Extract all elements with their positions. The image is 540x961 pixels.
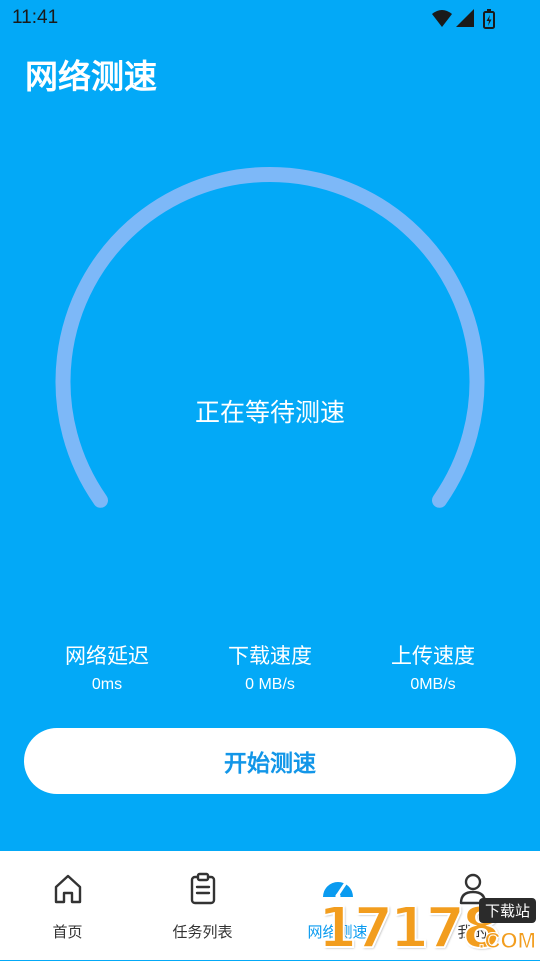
gauge-status-text: 正在等待测速 bbox=[194, 398, 345, 427]
wifi-icon bbox=[432, 10, 452, 27]
watermark-digits: 17178 bbox=[317, 895, 502, 961]
clipboard-icon bbox=[190, 872, 215, 905]
nav-item-tasks[interactable]: 任务列表 bbox=[135, 851, 270, 960]
signal-icon bbox=[456, 9, 474, 27]
status-icons bbox=[430, 8, 500, 34]
home-icon bbox=[54, 874, 81, 904]
gauge-track bbox=[55, 166, 485, 508]
upload-value: 0MB/s bbox=[410, 676, 456, 693]
watermark-tag: 下载站 bbox=[478, 898, 536, 923]
download-value: 0 MB/s bbox=[245, 676, 295, 693]
watermark-domain: .COM bbox=[478, 928, 536, 954]
upload-label: 上传速度 bbox=[391, 644, 475, 668]
start-test-button[interactable]: 开始测速 bbox=[24, 728, 516, 794]
latency-label: 网络延迟 bbox=[65, 644, 149, 668]
nav-label-tasks: 任务列表 bbox=[172, 923, 233, 941]
speed-gauge bbox=[55, 166, 485, 508]
page-title: 网络测速 bbox=[25, 57, 157, 96]
upload-stat: 上传速度 0MB/s bbox=[343, 640, 523, 694]
nav-label-home: 首页 bbox=[52, 923, 83, 941]
status-time: 11:41 bbox=[12, 7, 59, 28]
status-bar: 11:41 bbox=[0, 0, 540, 36]
download-label: 下载速度 bbox=[228, 644, 312, 668]
site-watermark-logo: 17178 下载站 .COM bbox=[317, 892, 540, 961]
latency-value: 0ms bbox=[91, 676, 123, 693]
nav-item-home[interactable]: 首页 bbox=[0, 851, 135, 960]
battery-icon bbox=[483, 9, 495, 29]
download-stat: 下载速度 0 MB/s bbox=[180, 640, 360, 694]
latency-stat: 网络延迟 0ms bbox=[17, 640, 197, 694]
